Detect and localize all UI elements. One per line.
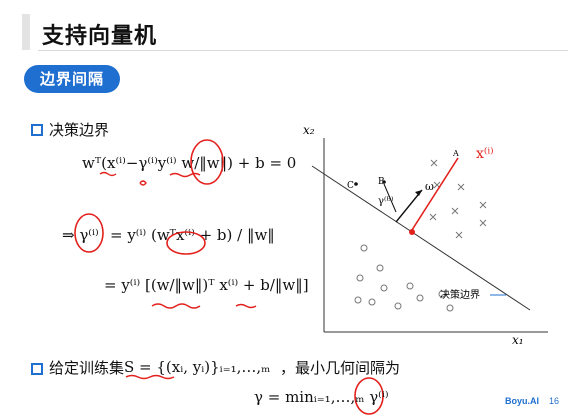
omega-label: ω — [425, 180, 434, 193]
pos-point — [455, 231, 463, 239]
neg-point — [394, 302, 402, 310]
neg-point — [380, 284, 388, 292]
annotation-handwritten-x: x⁽ⁱ⁾ — [476, 146, 494, 162]
neg-point — [368, 298, 376, 306]
annotation-squiggle-x — [99, 171, 117, 177]
bullet-min-margin: ，最小几何间隔为 — [280, 359, 401, 377]
annotation-circle-norm — [166, 231, 206, 255]
pos-point — [451, 207, 459, 215]
annotation-circle-gamma — [74, 213, 104, 253]
neg-point — [406, 282, 414, 290]
pos-point — [429, 213, 437, 221]
pos-point — [430, 159, 438, 167]
neg-point — [356, 274, 364, 282]
point-c-label: C — [347, 181, 354, 191]
neg-point — [354, 296, 362, 304]
annotation-squiggle-term2 — [235, 303, 257, 309]
x-axis-label: x₁ — [512, 333, 524, 347]
point-b-marker — [382, 180, 386, 184]
pos-point — [457, 183, 465, 191]
neg-point — [376, 264, 384, 272]
positive-class-points — [429, 159, 487, 239]
bullet-square-icon — [31, 363, 43, 375]
pos-point — [479, 219, 487, 227]
negative-class-points — [354, 244, 454, 312]
bullet-training-set: 给定训练集 — [49, 359, 125, 377]
point-a-label: A — [452, 149, 459, 158]
formula-min-margin: γ = minᵢ₌₁,…,ₘ γ⁽ⁱ⁾ — [254, 388, 389, 406]
gamma-b-label: γ⁽ᴮ⁾ — [378, 196, 394, 207]
brand-logo: Boyu.AI — [505, 396, 540, 406]
boundary-label: 决策边界 — [440, 288, 480, 301]
point-c-marker — [354, 182, 358, 186]
decision-boundary-line — [311, 165, 531, 311]
formula-training-set: S = {(xᵢ, yᵢ)}ᵢ₌₁,…,ₘ — [124, 358, 271, 376]
annotation-red-foot-point — [409, 229, 415, 235]
neg-point — [360, 244, 368, 252]
margin-diagram: C B γ⁽ᴮ⁾ A ω x⁽ⁱ⁾ x₂ x₁ 决策边界 — [303, 123, 548, 347]
neg-point — [416, 294, 424, 302]
normal-vector-arrowhead — [415, 190, 422, 196]
page-number: 16 — [549, 396, 560, 406]
y-axis-label: x₂ — [303, 123, 315, 137]
annotation-circle-w — [190, 139, 224, 185]
pos-point — [479, 201, 487, 209]
neg-point — [446, 304, 454, 312]
annotation-squiggle-term1 — [151, 303, 201, 309]
annotation-mark-gamma — [139, 180, 147, 186]
